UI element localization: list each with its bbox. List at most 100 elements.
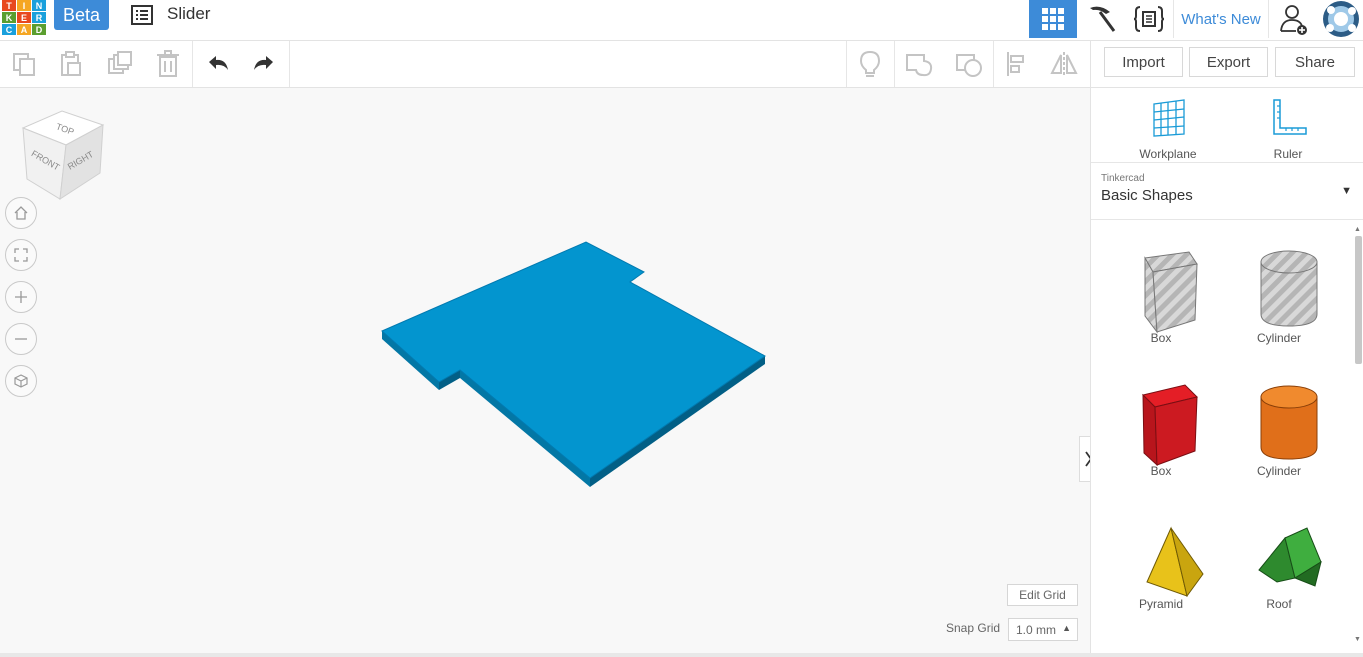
paste-button[interactable] [55,48,87,80]
redo-icon [254,56,273,70]
code-blocks-button[interactable] [1125,0,1173,38]
shape-label: Roof [1266,597,1292,611]
logo-letter: E [17,12,31,23]
workplane-viewport[interactable]: TOP FRONT RIGHT [0,88,1095,653]
pyramid-icon [1146,526,1204,598]
mirror-button[interactable] [1048,48,1080,80]
pickaxe-icon [1090,6,1116,32]
group-button[interactable] [903,48,935,80]
workplane-label: Workplane [1139,147,1197,161]
box-hole-icon [1144,251,1198,334]
caret-up-icon: ▲ [1062,623,1071,633]
pickaxe-button[interactable] [1077,0,1125,38]
shape-roof[interactable]: Roof [1229,496,1329,621]
zoom-out-button[interactable] [5,323,37,355]
home-view-button[interactable] [5,197,37,229]
shape-box-hole[interactable]: Box [1111,230,1211,355]
logo-letter: R [32,12,46,23]
duplicate-button[interactable] [104,48,136,80]
align-button[interactable] [1001,48,1033,80]
copy-icon [13,53,35,76]
import-button[interactable]: Import [1104,47,1183,77]
whats-new-link[interactable]: What's New [1173,0,1269,38]
toolbar-divider [846,41,847,87]
ruler-tool[interactable]: Ruler [1248,96,1328,161]
delete-button[interactable] [152,48,184,80]
perspective-button[interactable] [5,365,37,397]
cube-icon [14,374,28,388]
file-actions: Import Export Share [1090,41,1363,88]
workplane-icon [1153,99,1185,137]
beta-badge[interactable]: Beta [54,0,109,30]
library-name: Basic Shapes [1101,187,1193,204]
edit-grid-button[interactable]: Edit Grid [1007,584,1078,606]
view-cube[interactable]: TOP FRONT RIGHT [20,108,108,203]
ruler-label: Ruler [1273,147,1303,161]
shape-cylinder-solid[interactable]: Cylinder [1229,363,1329,488]
panel-scrollbar[interactable]: ▲ ▼ [1352,226,1362,650]
avatar-icon [1323,1,1359,37]
undo-icon [209,56,228,70]
plus-icon [15,291,27,303]
design-title[interactable]: Slider [167,4,210,24]
edit-toolbar [0,41,1090,88]
shape-cylinder-hole[interactable]: Cylinder [1229,230,1329,355]
logo-letter: D [32,24,46,35]
top-bar: T I N K E R C A D Beta Slider What's New [0,0,1363,41]
logo-letter: N [32,0,46,11]
shape-label: Cylinder [1256,331,1301,345]
logo-letter: I [17,0,31,11]
shape-box-solid[interactable]: Box [1111,363,1211,488]
roof-icon [1258,527,1322,587]
shape-label: Pyramid [1138,597,1183,611]
toolbar-divider [993,41,994,87]
tinkercad-logo[interactable]: T I N K E R C A D [2,0,46,36]
toolbar-divider [289,41,290,87]
shape-label: Cylinder [1256,464,1301,478]
shapes-panel: Workplane Ruler Tinkercad Basic Shapes ▼… [1090,88,1363,657]
zoom-in-button[interactable] [5,281,37,313]
group-icon [906,54,933,77]
minus-icon [15,338,27,340]
ruler-icon [1273,99,1307,135]
slider-plate-shape[interactable] [370,233,780,493]
copy-button[interactable] [8,48,40,80]
align-icon [1007,52,1024,76]
toolbar-divider [192,41,193,87]
toolbar-divider [894,41,895,87]
cylinder-hole-icon [1260,250,1318,327]
shape-label: Box [1150,464,1172,478]
add-user-icon [1280,5,1307,35]
scrollbar-thumb[interactable] [1355,236,1362,364]
box-solid-icon [1142,384,1198,467]
shape-pyramid[interactable]: Pyramid [1111,496,1211,621]
workplane-tool[interactable]: Workplane [1128,96,1208,161]
design-list-icon[interactable] [130,4,154,26]
undo-button[interactable] [202,48,234,80]
export-button[interactable]: Export [1189,47,1268,77]
duplicate-icon [108,51,132,74]
lightbulb-icon [859,50,881,77]
snap-grid-select[interactable]: 1.0 mm ▲ [1008,618,1078,641]
library-selector[interactable]: Tinkercad Basic Shapes ▼ [1091,162,1363,220]
logo-letter: T [2,0,16,11]
home-icon [14,206,28,220]
paste-icon [61,51,81,76]
fit-view-button[interactable] [5,239,37,271]
caret-down-icon: ▼ [1341,185,1352,197]
mirror-icon [1050,52,1078,76]
show-hidden-button[interactable] [854,48,886,80]
trash-icon [157,50,179,77]
shape-label: Box [1150,331,1172,345]
snap-grid-label: Snap Grid [946,621,1001,635]
snap-grid-value: 1.0 mm [1016,622,1057,637]
fit-icon [14,248,28,262]
logo-letter: C [2,24,16,35]
ungroup-button[interactable] [953,48,985,80]
user-avatar[interactable] [1319,0,1363,38]
logo-letter: K [2,12,16,23]
add-user-button[interactable] [1269,0,1319,38]
redo-button[interactable] [248,48,280,80]
share-button[interactable]: Share [1275,47,1355,77]
3d-view-button[interactable] [1029,0,1077,38]
